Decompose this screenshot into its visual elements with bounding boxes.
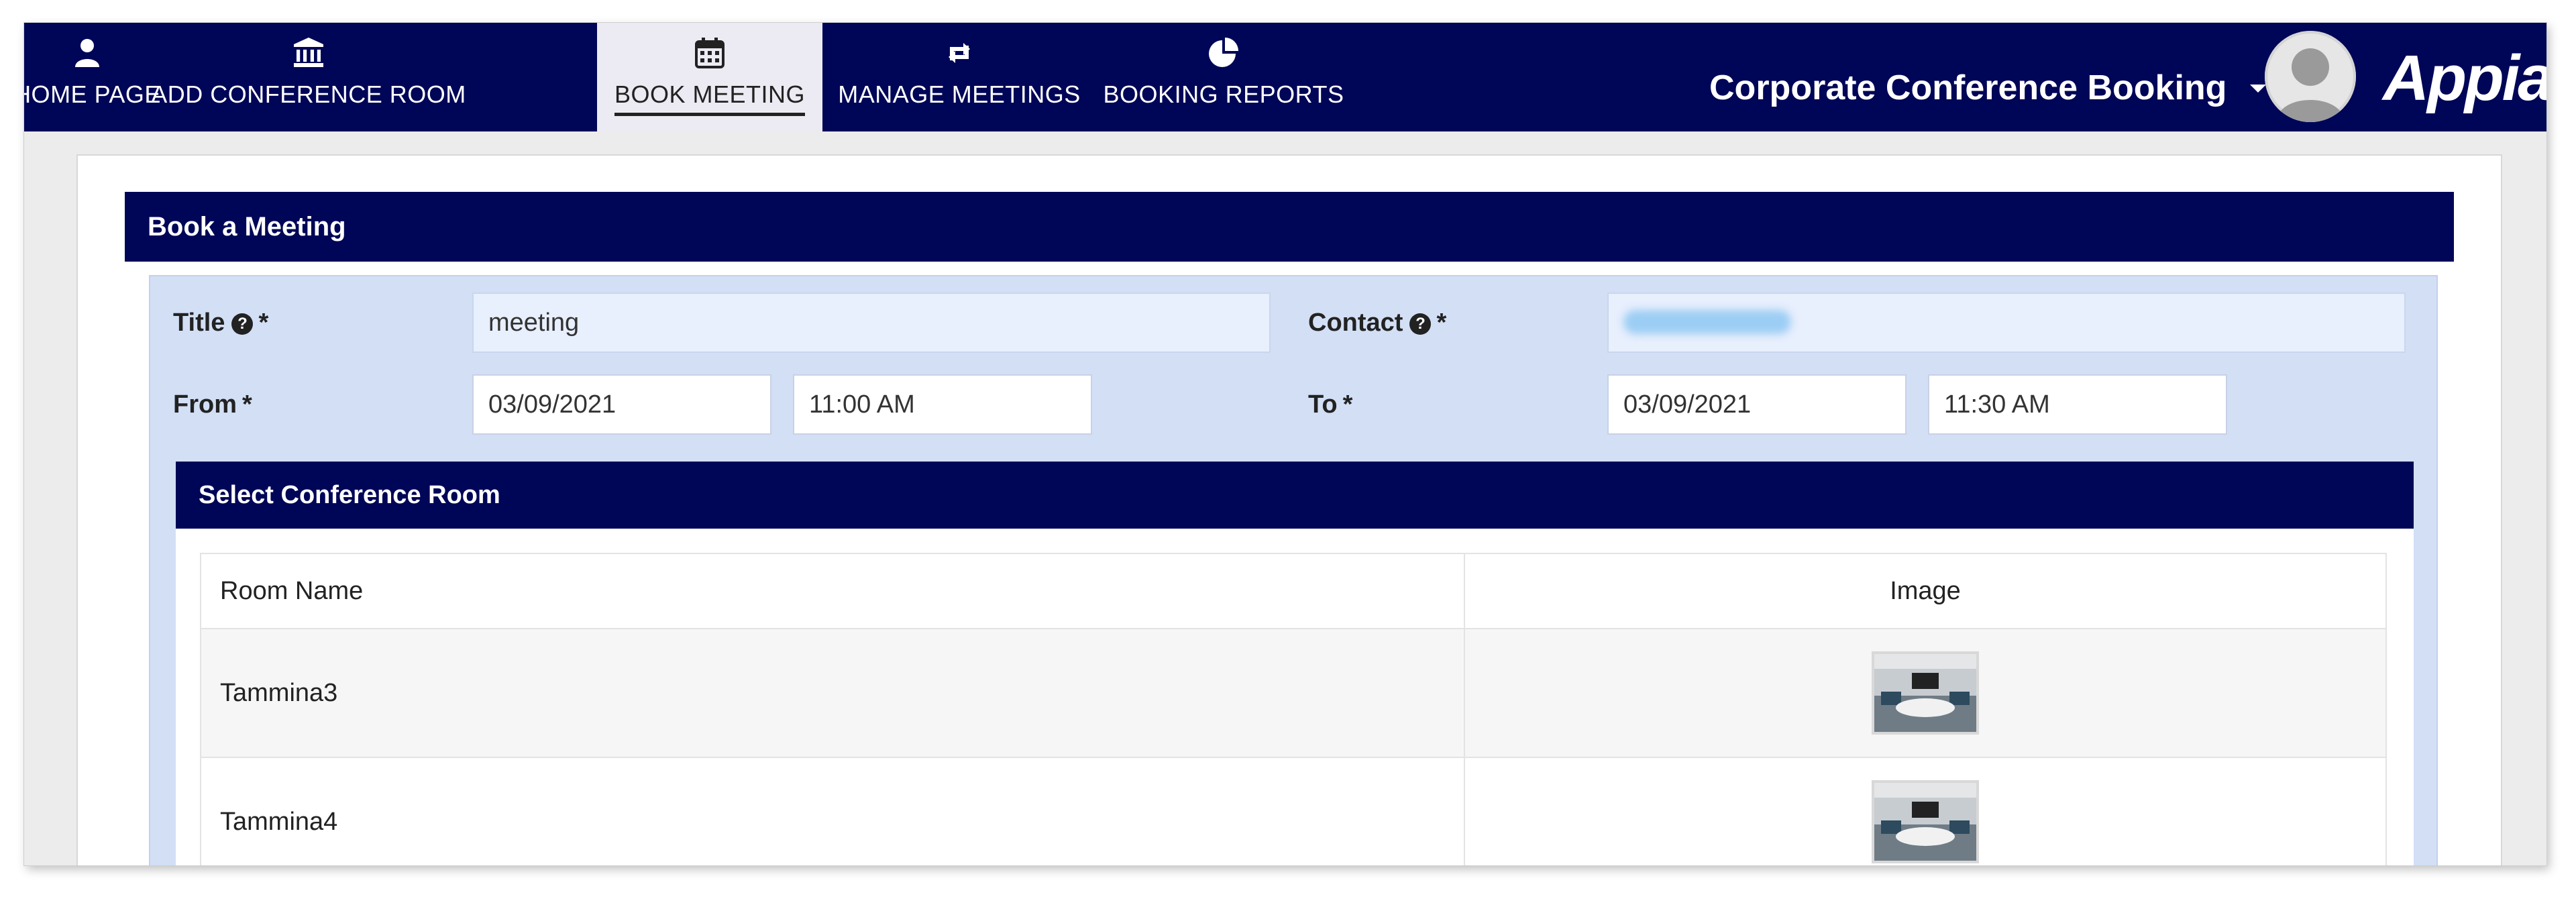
section-heading: Book a Meeting <box>125 192 2454 262</box>
room-name-cell[interactable]: Tammina3 <box>200 628 1465 758</box>
tab-label: MANAGE MEETINGS <box>838 81 1081 108</box>
room-grid-container: Room Name Image Tammina3 Tammina4 <box>176 529 2414 865</box>
room-grid: Room Name Image Tammina3 Tammina4 <box>200 553 2387 865</box>
column-header-room-name[interactable]: Room Name <box>200 553 1465 629</box>
conference-room-thumbnail[interactable] <box>1872 780 1979 863</box>
content-card: Book a Meeting Title? * meeting Contact? *… <box>76 154 2502 865</box>
top-navigation-bar: HOME PAGE ADD CONFERENCE ROOM BOOK MEETI… <box>24 23 2546 131</box>
to-time-field[interactable]: 11:30 AM <box>1928 374 2227 435</box>
title-label-text: Title <box>173 309 225 337</box>
retweet-icon <box>941 34 978 71</box>
select-room-heading: Select Conference Room <box>176 462 2414 529</box>
from-date-field[interactable]: 03/09/2021 <box>472 374 771 435</box>
book-meeting-section: Book a Meeting Title? * meeting Contact? *… <box>125 192 2454 865</box>
grid-header-row: Room Name Image <box>200 553 2387 629</box>
room-image-cell <box>1464 757 2387 865</box>
room-image-cell <box>1464 628 2387 758</box>
help-icon[interactable]: ? <box>231 313 254 335</box>
contact-label-text: Contact <box>1308 309 1403 337</box>
user-icon <box>68 34 106 71</box>
avatar[interactable] <box>2265 31 2356 122</box>
tab-label: ADD CONFERENCE ROOM <box>151 81 466 108</box>
required-marker: * <box>1342 390 1353 419</box>
tab-label: BOOKING REPORTS <box>1103 81 1344 108</box>
required-marker: * <box>1436 309 1447 337</box>
table-row[interactable]: Tammina4 <box>200 757 2387 865</box>
table-row[interactable]: Tammina3 <box>200 628 2387 758</box>
help-icon[interactable]: ? <box>1409 313 1432 335</box>
column-header-image: Image <box>1464 553 2387 629</box>
required-marker: * <box>258 309 269 337</box>
pie-chart-icon <box>1205 34 1242 71</box>
book-meeting-form: Title? * meeting Contact? * From * 03/09/20… <box>149 275 2438 865</box>
to-date-field[interactable]: 03/09/2021 <box>1607 374 1907 435</box>
contact-label: Contact? * <box>1308 306 1446 339</box>
calendar-icon <box>691 34 729 71</box>
from-time-field[interactable]: 11:00 AM <box>793 374 1092 435</box>
bank-icon <box>290 34 327 71</box>
title-field[interactable]: meeting <box>472 292 1271 353</box>
contact-field[interactable] <box>1607 292 2406 353</box>
tab-label: BOOK MEETING <box>614 81 806 116</box>
required-marker: * <box>242 390 252 419</box>
tab-manage-meetings[interactable]: MANAGE MEETINGS <box>822 23 1096 131</box>
from-label-text: From <box>173 390 237 419</box>
from-label: From * <box>173 388 252 421</box>
to-label: To * <box>1308 388 1352 421</box>
app-window: HOME PAGE ADD CONFERENCE ROOM BOOK MEETI… <box>24 23 2546 865</box>
to-label-text: To <box>1308 390 1338 419</box>
tab-booking-reports[interactable]: BOOKING REPORTS <box>1096 23 1351 131</box>
tab-add-conference-room[interactable]: ADD CONFERENCE ROOM <box>150 23 467 131</box>
conference-room-thumbnail[interactable] <box>1872 651 1979 735</box>
tab-book-meeting[interactable]: BOOK MEETING <box>597 23 822 131</box>
room-name-cell[interactable]: Tammina4 <box>200 757 1465 865</box>
redacted-contact <box>1623 310 1791 334</box>
appian-logo: Appian <box>2383 42 2546 114</box>
tab-label: HOME PAGE <box>24 81 161 108</box>
tab-home-page[interactable]: HOME PAGE <box>24 23 160 131</box>
title-label: Title? * <box>173 306 268 339</box>
chevron-down-icon[interactable] <box>2250 85 2266 93</box>
site-switcher-label[interactable]: Corporate Conference Booking <box>1709 70 2226 105</box>
